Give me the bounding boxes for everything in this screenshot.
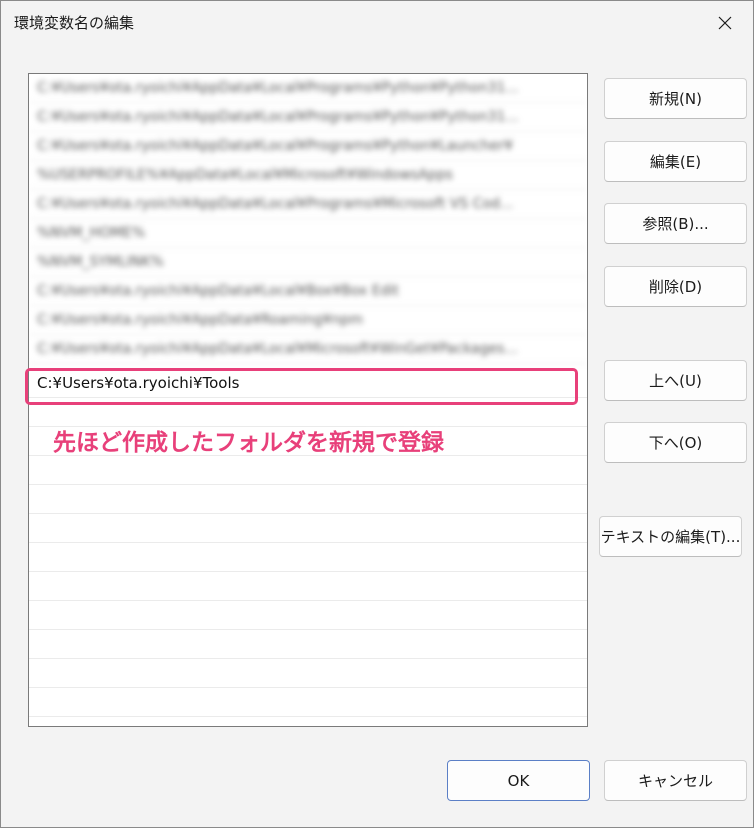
list-item[interactable]: C:¥Users¥ota.ryoichi¥AppData¥Local¥Progr… (29, 190, 587, 219)
list-item[interactable]: C:¥Users¥ota.ryoichi¥AppData¥Local¥Progr… (29, 132, 587, 161)
list-item[interactable]: C:¥Users¥ota.ryoichi¥AppData¥Roaming¥npm (29, 306, 587, 335)
dialog-window: 環境変数名の編集 C:¥Users¥ota.ryoichi¥AppData¥Lo… (0, 0, 754, 828)
empty-row (29, 601, 587, 630)
edit-text-button[interactable]: テキストの編集(T)... (599, 516, 742, 557)
new-button[interactable]: 新規(N) (604, 78, 747, 119)
move-down-button[interactable]: 下へ(O) (604, 422, 747, 463)
window-title: 環境変数名の編集 (14, 14, 135, 32)
move-up-button[interactable]: 上へ(U) (604, 360, 747, 401)
path-edit-input[interactable]: C:¥Users¥ota.ryoichi¥Tools (33, 371, 583, 395)
empty-row (29, 485, 587, 514)
browse-button[interactable]: 参照(B)... (604, 203, 747, 244)
empty-row (29, 514, 587, 543)
list-item[interactable]: C:¥Users¥ota.ryoichi¥AppData¥Local¥Micro… (29, 335, 587, 364)
close-button[interactable] (697, 1, 753, 45)
list-item-editing[interactable]: C:¥Users¥ota.ryoichi¥Tools (29, 369, 587, 398)
annotation-text: 先ほど作成したフォルダを新規で登録 (53, 430, 444, 456)
list-item[interactable]: %NVM_HOME% (29, 219, 587, 248)
empty-row (29, 659, 587, 688)
empty-row (29, 572, 587, 601)
empty-row (29, 456, 587, 485)
list-item[interactable]: %USERPROFILE%¥AppData¥Local¥Microsoft¥Wi… (29, 161, 587, 190)
empty-row (29, 630, 587, 659)
cancel-button[interactable]: キャンセル (604, 760, 747, 801)
ok-button[interactable]: OK (447, 760, 590, 801)
path-list[interactable]: C:¥Users¥ota.ryoichi¥AppData¥Local¥Progr… (28, 73, 588, 727)
empty-row (29, 543, 587, 572)
list-item[interactable]: C:¥Users¥ota.ryoichi¥AppData¥Local¥Progr… (29, 103, 587, 132)
list-item[interactable]: %NVM_SYMLINK% (29, 248, 587, 277)
close-icon (718, 16, 732, 30)
edit-button[interactable]: 編集(E) (604, 141, 747, 182)
empty-row (29, 688, 587, 717)
delete-button[interactable]: 削除(D) (604, 266, 747, 307)
list-item[interactable]: C:¥Users¥ota.ryoichi¥AppData¥Local¥Progr… (29, 74, 587, 103)
title-bar: 環境変数名の編集 (1, 1, 753, 45)
list-item[interactable]: C:¥Users¥ota.ryoichi¥AppData¥Local¥Box¥B… (29, 277, 587, 306)
